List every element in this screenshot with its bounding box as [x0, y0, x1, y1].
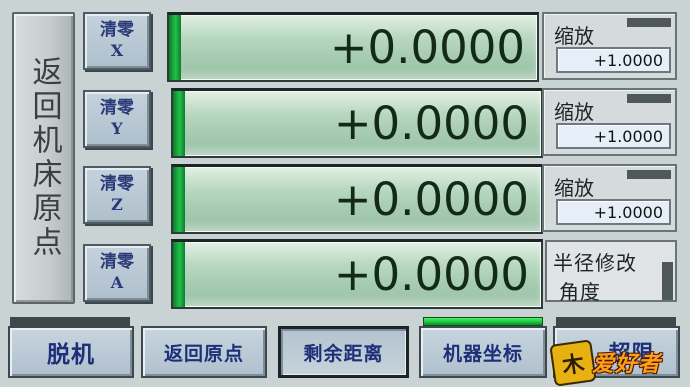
- scale-x-panel: 缩放 +1.0000: [542, 12, 677, 80]
- remaining-distance-button[interactable]: 剩余距离: [278, 326, 409, 378]
- zero-y-button[interactable]: 清零 Y: [83, 90, 151, 148]
- scale-z-tab: [627, 170, 671, 179]
- zero-x-label: 清零: [100, 20, 134, 41]
- zero-y-label: 清零: [100, 98, 134, 119]
- machine-coords-indicator-bar: [423, 317, 543, 326]
- remaining-distance-label: 剩余距离: [303, 342, 384, 365]
- radius-angle-tab: [662, 262, 673, 300]
- return-to-machine-home-label: 返回机床原点: [26, 56, 62, 260]
- limit-indicator-bar: [556, 317, 676, 326]
- axis-x-letter: X: [110, 41, 124, 61]
- dro-y-readout[interactable]: +0.0000: [171, 88, 543, 158]
- scale-y-tab: [627, 94, 671, 103]
- zero-z-label: 清零: [100, 174, 134, 195]
- dro-y-indicator: [173, 91, 185, 156]
- scale-y-label: 缩放: [554, 100, 594, 124]
- machine-coords-label: 机器坐标: [442, 342, 523, 365]
- return-home-button[interactable]: 返回原点: [141, 326, 267, 378]
- scale-z-input[interactable]: +1.0000: [556, 199, 671, 225]
- over-limit-label: 超限: [608, 341, 655, 367]
- axis-a-letter: A: [110, 273, 124, 293]
- dro-z-value: +0.0000: [333, 173, 529, 226]
- offline-label: 脱机: [47, 341, 95, 368]
- scale-x-tab: [627, 18, 671, 27]
- dro-a-value: +0.0000: [333, 248, 529, 301]
- radius-angle-panel[interactable]: 半径修改 角度: [545, 240, 677, 304]
- zero-a-label: 清零: [100, 252, 134, 273]
- scale-y-panel: 缩放 +1.0000: [542, 88, 677, 156]
- dro-x-value: +0.0000: [329, 21, 525, 74]
- return-home-label: 返回原点: [163, 342, 244, 365]
- scale-z-panel: 缩放 +1.0000: [542, 164, 677, 232]
- scale-x-input[interactable]: +1.0000: [556, 47, 671, 73]
- scale-z-label: 缩放: [554, 176, 594, 200]
- dro-y-value: +0.0000: [333, 97, 529, 150]
- dro-z-indicator: [173, 167, 185, 232]
- dro-a-readout[interactable]: +0.0000: [171, 239, 543, 309]
- offline-indicator-bar: [10, 317, 130, 326]
- offline-button[interactable]: 脱机: [8, 326, 134, 378]
- dro-x-readout[interactable]: +0.0000: [167, 12, 539, 82]
- axis-y-letter: Y: [111, 119, 123, 139]
- dro-a-indicator: [173, 242, 185, 307]
- over-limit-button[interactable]: 超限: [553, 326, 680, 378]
- zero-z-button[interactable]: 清零 Z: [83, 166, 151, 224]
- return-to-machine-home-button[interactable]: 返回机床原点: [12, 12, 75, 304]
- axis-z-letter: Z: [111, 195, 123, 215]
- machine-coords-button[interactable]: 机器坐标: [419, 326, 547, 378]
- zero-a-button[interactable]: 清零 A: [83, 244, 151, 302]
- dro-z-readout[interactable]: +0.0000: [171, 164, 543, 234]
- zero-x-button[interactable]: 清零 X: [83, 12, 151, 70]
- dro-x-indicator: [169, 15, 181, 80]
- scale-x-label: 缩放: [554, 24, 594, 48]
- radius-modify-label: 半径修改: [553, 251, 637, 275]
- angle-label: 角度: [559, 280, 601, 304]
- scale-y-input[interactable]: +1.0000: [556, 123, 671, 149]
